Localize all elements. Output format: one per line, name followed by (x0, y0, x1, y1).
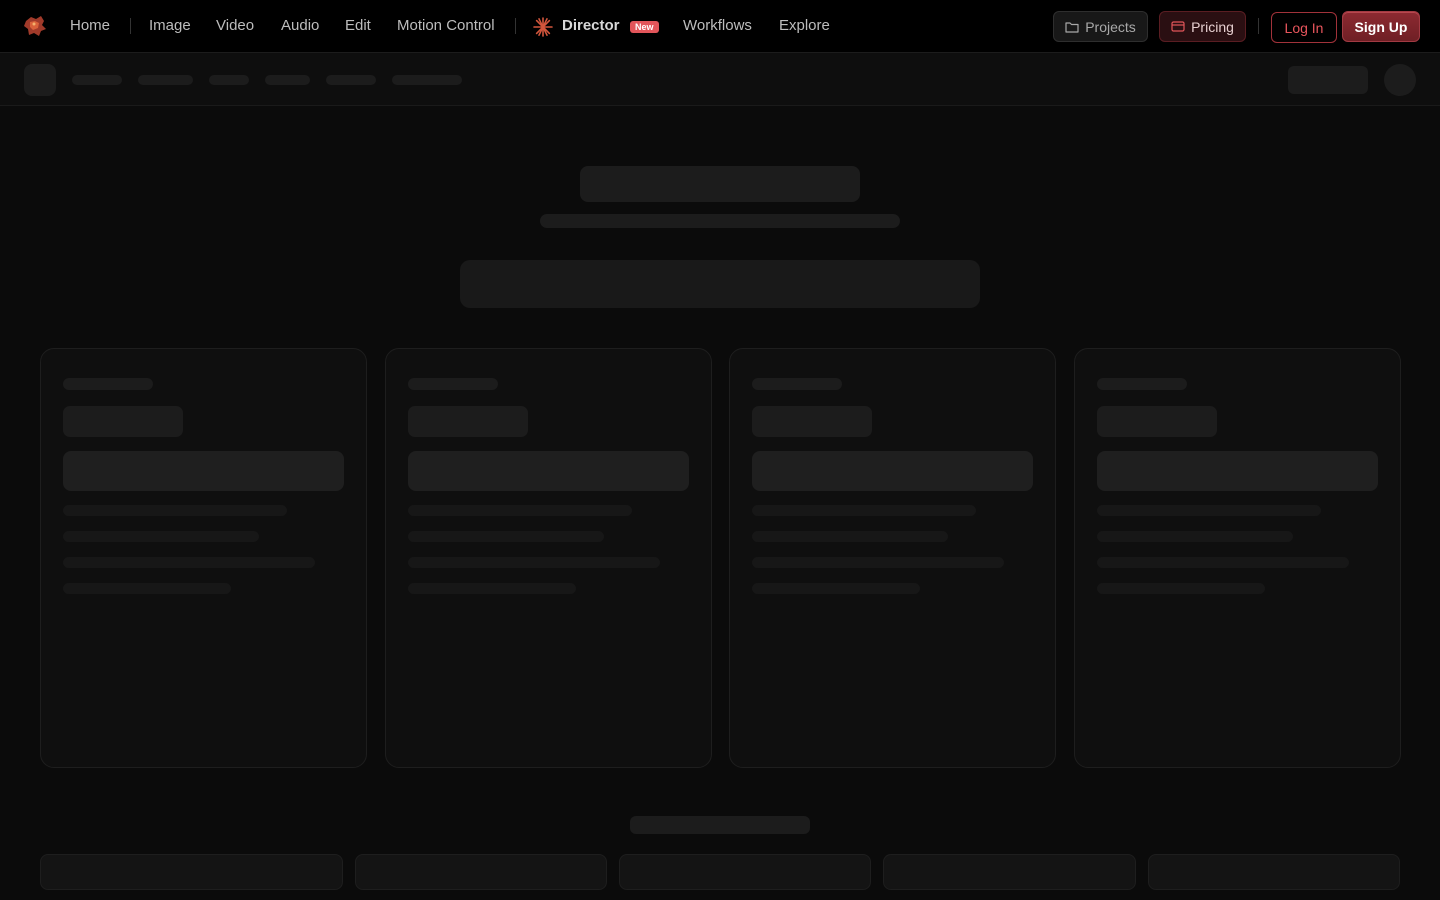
login-label: Log In (1284, 19, 1324, 36)
skeleton-card (1074, 348, 1401, 768)
nav-home[interactable]: Home (70, 17, 110, 34)
sparkle-asterisk-icon (533, 17, 553, 37)
skeleton-cta (408, 451, 689, 491)
folder-icon (1065, 21, 1079, 33)
skeleton-square (24, 64, 56, 96)
skeleton-price (1097, 406, 1217, 437)
nav-director[interactable]: Director (562, 17, 620, 34)
skeleton-price (408, 406, 528, 437)
skeleton-tab (265, 75, 310, 85)
nav-image[interactable]: Image (149, 17, 191, 34)
nav-workflows[interactable]: Workflows (683, 17, 752, 34)
top-navbar: Home Image Video Audio Edit Motion Contr… (0, 0, 1440, 53)
pricing-button[interactable]: Pricing (1159, 11, 1246, 42)
skeleton-line (63, 531, 259, 542)
skeleton-tab (138, 75, 193, 85)
loading-toolbar (0, 53, 1440, 106)
projects-button[interactable]: Projects (1053, 11, 1148, 42)
nav-edit[interactable]: Edit (345, 17, 371, 34)
skeleton-avatar (1384, 64, 1416, 96)
skeleton-line (63, 378, 153, 390)
skeleton-bottom-item (40, 854, 343, 890)
skeleton-cta (1097, 451, 1378, 491)
skeleton-line (752, 557, 1004, 568)
nav-audio[interactable]: Audio (281, 17, 319, 34)
skeleton-line (408, 378, 498, 390)
skeleton-section-title (630, 816, 810, 834)
skeleton-line (63, 583, 231, 594)
nav-explore[interactable]: Explore (779, 17, 830, 34)
skeleton-bottom-item (355, 854, 607, 890)
skeleton-card (729, 348, 1056, 768)
skeleton-cta (63, 451, 344, 491)
skeleton-price (752, 406, 872, 437)
skeleton-tab (326, 75, 376, 85)
skeleton-card (40, 348, 367, 768)
projects-label: Projects (1085, 18, 1136, 35)
signup-label: Sign Up (1354, 18, 1408, 35)
skeleton-line (63, 505, 287, 516)
skeleton-line (752, 583, 920, 594)
nav-divider (130, 18, 131, 34)
skeleton-line (408, 583, 576, 594)
skeleton-button (1288, 66, 1368, 94)
signup-button[interactable]: Sign Up (1342, 11, 1420, 42)
skeleton-line (752, 378, 842, 390)
pricing-label: Pricing (1191, 18, 1234, 35)
skeleton-heading (580, 166, 860, 202)
dragon-logo-icon[interactable] (22, 13, 48, 39)
skeleton-line (1097, 557, 1349, 568)
skeleton-bottom-item (1148, 854, 1400, 890)
skeleton-line (752, 505, 976, 516)
skeleton-line (408, 531, 604, 542)
skeleton-line (752, 531, 948, 542)
skeleton-card (385, 348, 712, 768)
skeleton-bottom-item (883, 854, 1136, 890)
new-badge: New (630, 21, 659, 33)
skeleton-line (408, 505, 632, 516)
nav-motion-control[interactable]: Motion Control (397, 17, 495, 34)
skeleton-line (408, 557, 660, 568)
skeleton-bottom-item (619, 854, 871, 890)
skeleton-price (63, 406, 183, 437)
nav-video[interactable]: Video (216, 17, 254, 34)
skeleton-subheading (540, 214, 900, 228)
skeleton-tab (209, 75, 249, 85)
skeleton-line (1097, 505, 1321, 516)
nav-divider (1258, 18, 1259, 34)
skeleton-line (63, 557, 315, 568)
skeleton-tab (392, 75, 462, 85)
skeleton-line (1097, 378, 1187, 390)
skeleton-line (1097, 583, 1265, 594)
skeleton-line (1097, 531, 1293, 542)
skeleton-tab (72, 75, 122, 85)
nav-divider (515, 18, 516, 34)
skeleton-cta (752, 451, 1033, 491)
credit-card-icon (1171, 21, 1185, 32)
login-button[interactable]: Log In (1271, 12, 1337, 43)
skeleton-toggle-bar (460, 260, 980, 308)
